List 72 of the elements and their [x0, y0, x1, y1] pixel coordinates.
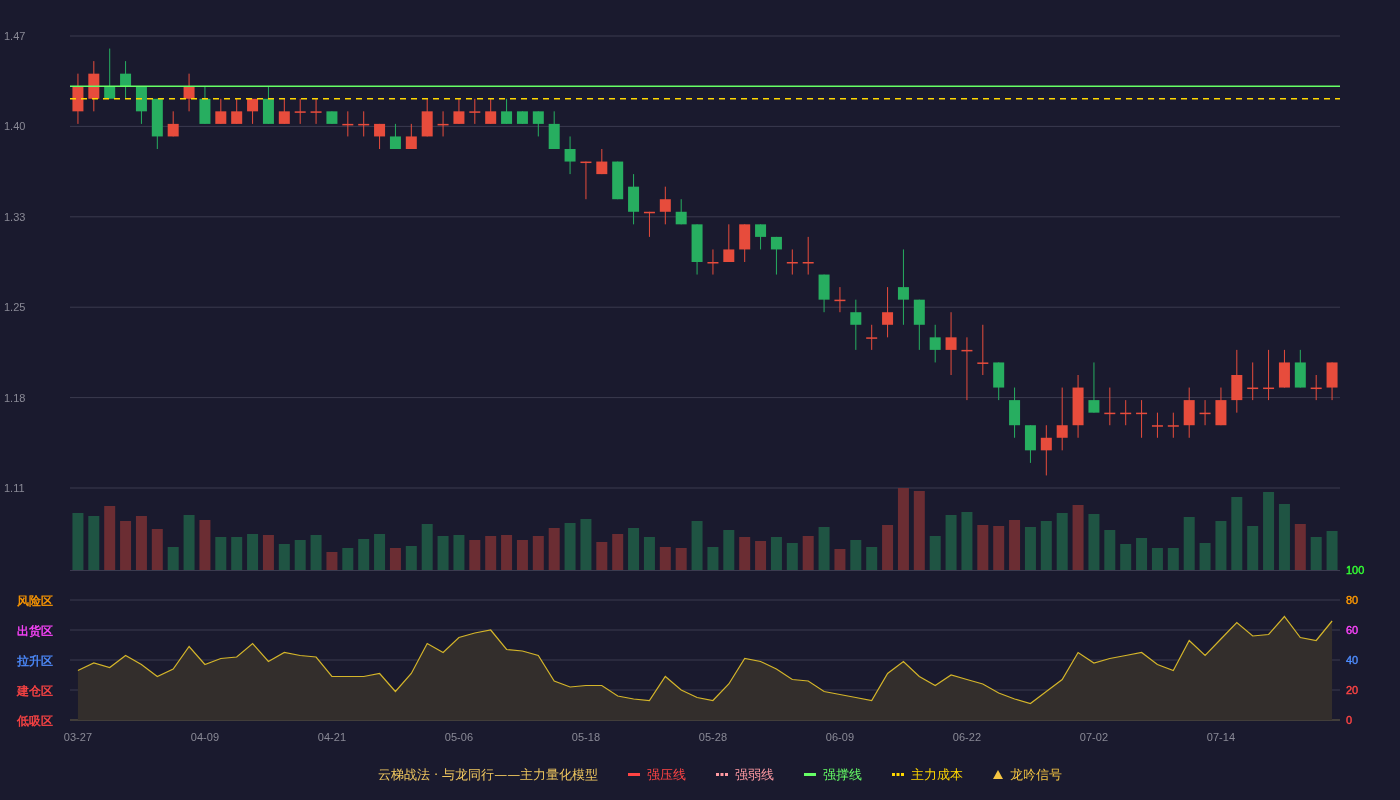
axis-label: 0	[1346, 714, 1353, 726]
axis-label: 1.11	[4, 482, 25, 494]
axis-label: 100	[1346, 564, 1365, 576]
candlestick	[183, 73, 195, 112]
candlestick	[1088, 361, 1100, 414]
date-label: 06-09	[825, 731, 854, 743]
candlestick	[1151, 412, 1163, 439]
candlestick	[882, 286, 894, 338]
date-label: 03-27	[63, 731, 92, 743]
candlestick	[945, 311, 957, 376]
candlestick	[469, 98, 481, 125]
candlestick	[564, 135, 576, 175]
chart-title: 云梯战法 · 与龙同行——主力量化模型	[377, 765, 599, 784]
date-label: 06-22	[952, 731, 981, 743]
date-label: 07-14	[1206, 731, 1235, 743]
zone-label: 风险区	[17, 594, 53, 608]
axis-label: 1.18	[4, 391, 26, 404]
candlestick	[278, 98, 290, 125]
axis-label: 80	[1346, 594, 1359, 606]
axis-label: 1.25	[4, 301, 26, 314]
date-label: 05-28	[698, 731, 727, 743]
candlestick	[374, 123, 386, 150]
axis-label: 1.33	[4, 210, 26, 223]
candlestick	[929, 324, 941, 363]
candlestick	[596, 148, 608, 175]
axis-label: 1.40	[4, 120, 26, 133]
candlestick	[167, 110, 179, 137]
candlestick	[310, 98, 322, 125]
zone-label: 建仓区	[17, 684, 53, 698]
candlestick	[659, 186, 671, 225]
date-label: 07-02	[1079, 731, 1108, 743]
zone-label: 拉升区	[17, 654, 53, 668]
candlestick	[247, 98, 259, 125]
date-label: 04-21	[317, 731, 346, 743]
date-label: 05-06	[444, 731, 473, 743]
candlestick	[231, 98, 243, 125]
zone-label: 低吸区	[17, 714, 53, 728]
candlestick	[215, 98, 227, 125]
axis-label: 1.47	[4, 30, 26, 42]
axis-label: 20	[1346, 684, 1359, 696]
legend-label: 主力成本	[911, 765, 964, 784]
candlestick	[707, 248, 719, 276]
candlestick	[866, 324, 878, 351]
axis-label: 40	[1346, 654, 1359, 666]
candlestick	[786, 248, 798, 276]
candlestick	[1040, 424, 1052, 476]
legend-label: 龙吟信号	[1010, 765, 1063, 784]
candlestick	[389, 123, 401, 150]
candlestick	[723, 223, 735, 263]
candlestick	[897, 248, 909, 326]
candlestick	[850, 299, 862, 351]
candlestick	[802, 236, 814, 276]
candlestick	[104, 48, 116, 100]
candlestick	[532, 110, 544, 137]
candlestick	[1167, 412, 1179, 439]
legend-label: 强压线	[647, 765, 687, 784]
legend-label: 强弱线	[735, 765, 775, 784]
candlestick	[485, 98, 497, 125]
candlestick	[755, 223, 767, 250]
candlestick	[501, 98, 513, 125]
candlestick	[1056, 387, 1068, 451]
legend-label: 强撑线	[823, 765, 863, 784]
candlestick	[453, 98, 465, 125]
candlestick	[675, 198, 687, 225]
candlestick	[294, 98, 306, 125]
date-label: 05-18	[571, 731, 600, 743]
date-label: 04-09	[190, 731, 219, 743]
candlestick	[405, 123, 417, 150]
axis-label: 60	[1346, 624, 1359, 636]
candlestick	[977, 324, 989, 376]
candlestick	[770, 236, 782, 276]
zone-label: 出货区	[17, 624, 53, 638]
